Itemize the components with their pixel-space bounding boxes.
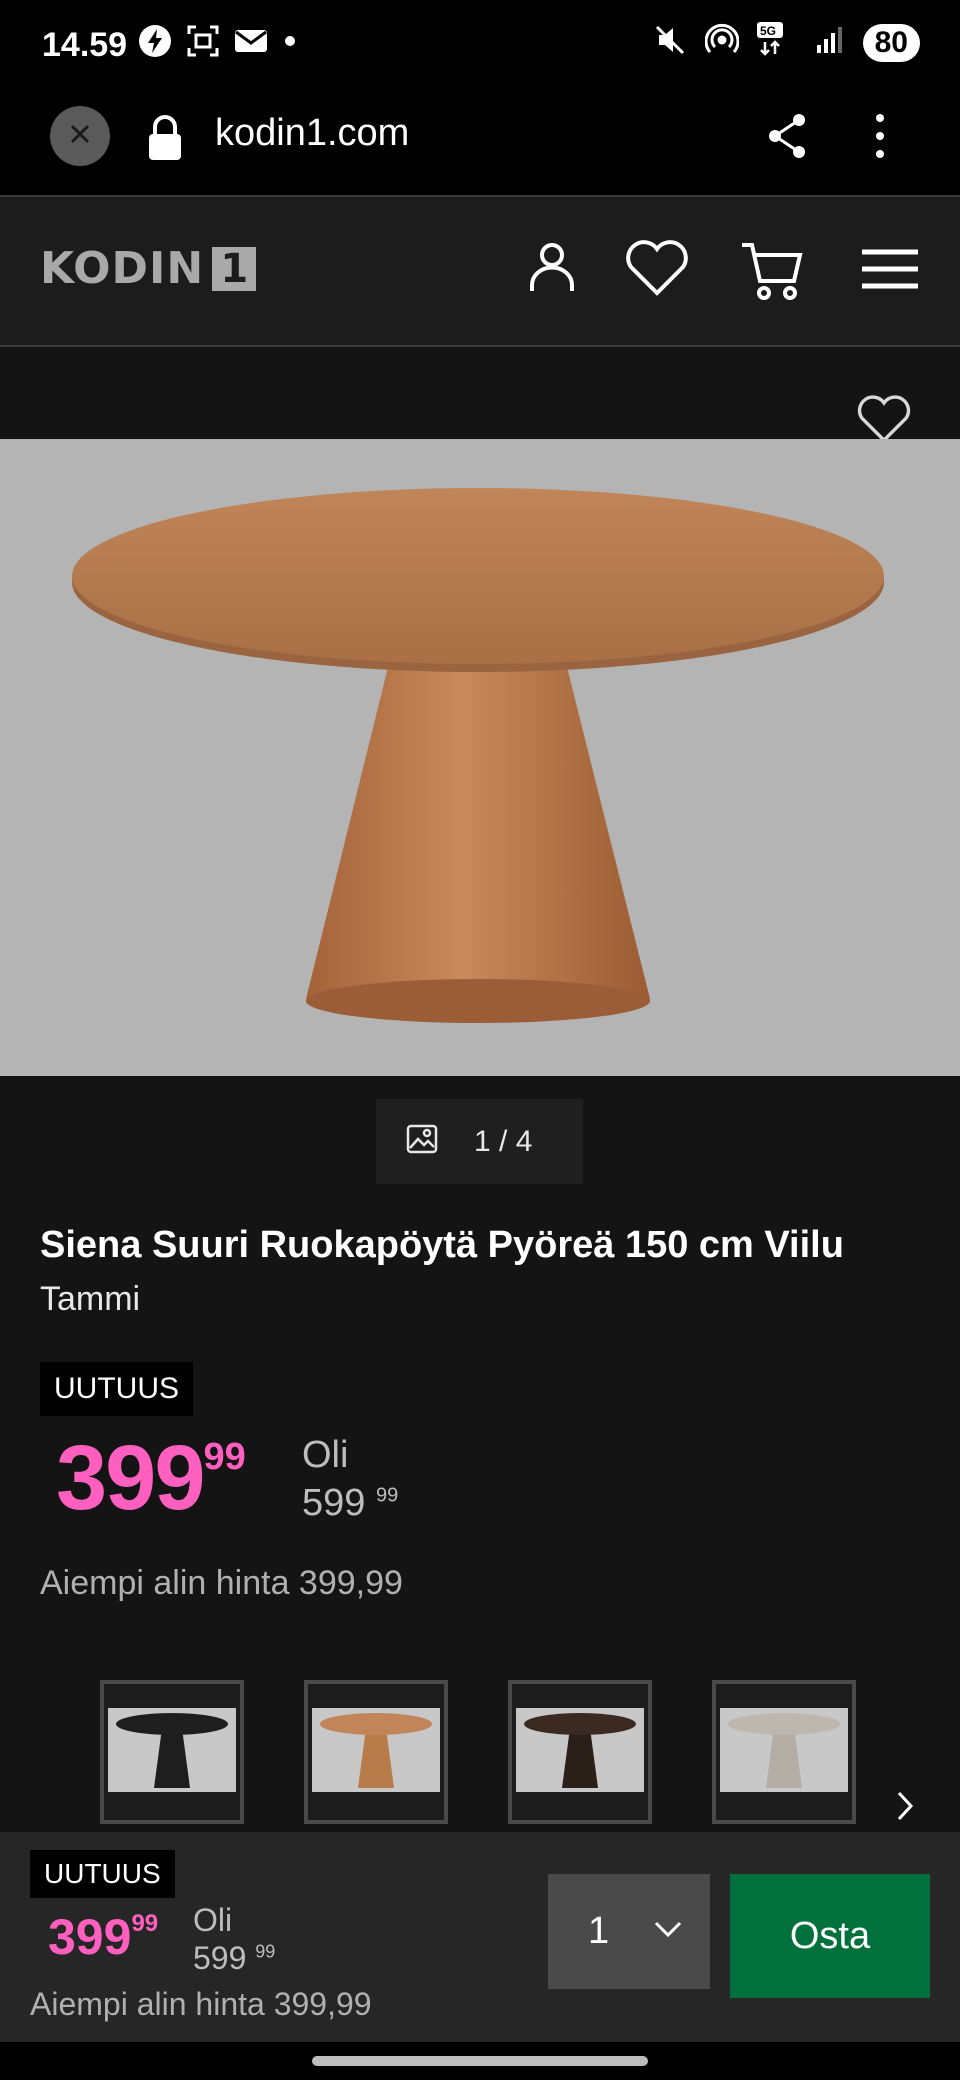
- account-icon[interactable]: [528, 239, 576, 300]
- site-header: KODIN 1: [0, 197, 960, 347]
- hotspot-icon: [704, 23, 740, 62]
- mute-icon: [653, 23, 687, 62]
- gallery-counter-text: 1 / 4: [474, 1124, 533, 1158]
- variant-thumb-4[interactable]: [712, 1680, 856, 1824]
- buy-button[interactable]: Osta: [730, 1874, 930, 1998]
- lowest-price-note: Aiempi alin hinta 399,99: [40, 1564, 403, 1602]
- gallery-counter[interactable]: 1 / 4: [376, 1099, 583, 1184]
- more-menu-icon[interactable]: [872, 112, 888, 165]
- product-title: Siena Suuri Ruokapöytä Pyöreä 150 cm Vii…: [40, 1224, 844, 1266]
- site-logo[interactable]: KODIN 1: [40, 243, 257, 294]
- signal-icon: [815, 25, 845, 60]
- thumbnails-next-icon[interactable]: [896, 1790, 914, 1827]
- status-icons-left: [138, 24, 298, 63]
- chevron-down-icon: [654, 1920, 682, 1943]
- old-price-label: Oli: [302, 1434, 349, 1476]
- hamburger-menu-icon[interactable]: [862, 249, 918, 294]
- quantity-value: 1: [588, 1910, 610, 1952]
- close-tab-button[interactable]: [50, 106, 110, 166]
- image-icon: [406, 1124, 438, 1159]
- variant-thumb-1[interactable]: [100, 1680, 244, 1824]
- quantity-select[interactable]: 1: [548, 1874, 710, 1989]
- close-icon: [68, 122, 92, 151]
- variant-thumb-3[interactable]: [508, 1680, 652, 1824]
- url-text[interactable]: kodin1.com: [215, 112, 409, 155]
- wishlist-icon[interactable]: [624, 239, 690, 302]
- current-price: 39999: [56, 1426, 246, 1531]
- variant-thumbnails: [100, 1680, 856, 1824]
- share-icon[interactable]: [765, 112, 809, 165]
- price-integer: 399: [56, 1427, 205, 1529]
- bottom-lowest-price-note: Aiempi alin hinta 399,99: [30, 1986, 372, 2022]
- new-badge: UUTUUS: [40, 1362, 193, 1416]
- status-time: 14.59: [42, 26, 128, 64]
- bottom-old-price: 599 99: [193, 1940, 276, 1976]
- browser-url-bar: kodin1.com: [0, 90, 960, 197]
- battery-indicator: 80: [862, 23, 920, 62]
- bolt-icon: [138, 24, 172, 63]
- status-icons-right: 5G 80: [653, 22, 920, 63]
- gallery-top-strip: [0, 347, 960, 439]
- screenshot-icon: [186, 24, 220, 63]
- status-bar: 14.59 5G 80: [0, 0, 960, 90]
- svg-text:5G: 5G: [760, 24, 776, 38]
- network-icon: 5G: [756, 22, 797, 63]
- bottom-old-price-label: Oli: [193, 1902, 233, 1938]
- mail-icon: [234, 27, 268, 60]
- old-price: 599 99: [302, 1482, 399, 1524]
- product-image[interactable]: [0, 439, 960, 1076]
- logo-text: KODIN: [40, 243, 205, 294]
- dot-icon: [282, 33, 298, 54]
- cart-icon[interactable]: [740, 239, 804, 308]
- price-decimals: 99: [203, 1436, 246, 1478]
- bottom-new-badge: UUTUUS: [30, 1850, 175, 1898]
- lock-icon[interactable]: [146, 114, 184, 167]
- logo-number: 1: [212, 246, 257, 292]
- product-subtitle: Tammi: [40, 1280, 141, 1318]
- variant-thumb-2[interactable]: [304, 1680, 448, 1824]
- gesture-handle[interactable]: [312, 2056, 648, 2066]
- bottom-current-price: 39999: [48, 1909, 159, 1965]
